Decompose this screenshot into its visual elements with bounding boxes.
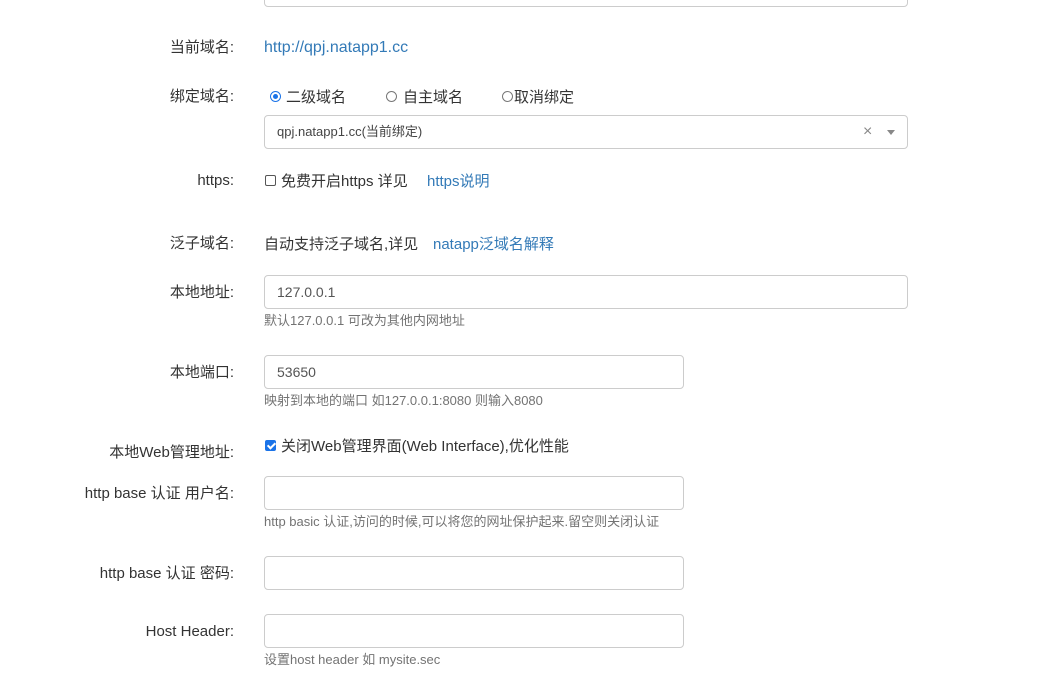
auth-password-label: http base 认证 密码: [99, 565, 234, 582]
local-address-input[interactable]: 127.0.0.1 [264, 275, 908, 309]
clear-selection-icon[interactable]: × [863, 124, 872, 140]
chevron-down-icon[interactable] [887, 130, 895, 135]
radio-custom-domain-label: 自主域名 [403, 89, 464, 106]
wildcard-doc-link[interactable]: natapp泛域名解释 [433, 235, 554, 255]
current-domain-label: 当前域名: [169, 39, 234, 56]
radio-unbind-label: 取消绑定 [514, 89, 575, 106]
radio-unbind[interactable] [502, 91, 513, 102]
host-header-input[interactable] [264, 614, 684, 648]
previous-input[interactable] [264, 0, 908, 7]
web-admin-checkbox[interactable] [265, 440, 276, 451]
auth-username-input[interactable] [264, 476, 684, 510]
host-header-help: 设置host header 如 mysite.sec [264, 652, 441, 667]
radio-custom-domain[interactable] [386, 91, 397, 102]
bind-domain-label: 绑定域名: [169, 88, 234, 105]
local-port-label: 本地端口: [169, 364, 234, 381]
web-admin-label: 本地Web管理地址: [109, 444, 234, 461]
host-header-label: Host Header: [145, 623, 234, 640]
https-checkbox-label: 免费开启https 详见 [281, 173, 408, 190]
current-domain-link[interactable]: http://qpj.natapp1.cc [264, 38, 408, 58]
bound-domain-select[interactable]: qpj.natapp1.cc(当前绑定) [264, 115, 908, 149]
auth-username-label: http base 认证 用户名: [84, 485, 234, 502]
bound-domain-select-value: qpj.natapp1.cc(当前绑定) [277, 124, 423, 139]
radio-subdomain-label: 二级域名 [286, 89, 347, 106]
local-address-label: 本地地址: [169, 284, 234, 301]
wildcard-text: 自动支持泛子域名,详见 [264, 236, 419, 253]
local-port-input[interactable]: 53650 [264, 355, 684, 389]
local-address-help: 默认127.0.0.1 可改为其他内网地址 [264, 313, 465, 328]
https-doc-link[interactable]: https说明 [427, 172, 490, 192]
https-label: https: [197, 172, 234, 189]
web-admin-checkbox-label: 关闭Web管理界面(Web Interface),优化性能 [281, 438, 569, 455]
wildcard-label: 泛子域名: [169, 235, 234, 252]
local-port-help: 映射到本地的端口 如127.0.0.1:8080 则输入8080 [264, 393, 543, 408]
auth-password-input[interactable] [264, 556, 684, 590]
https-checkbox[interactable] [265, 175, 276, 186]
radio-subdomain[interactable] [270, 91, 281, 102]
auth-username-help: http basic 认证,访问的时候,可以将您的网址保护起来.留空则关闭认证 [264, 514, 660, 529]
